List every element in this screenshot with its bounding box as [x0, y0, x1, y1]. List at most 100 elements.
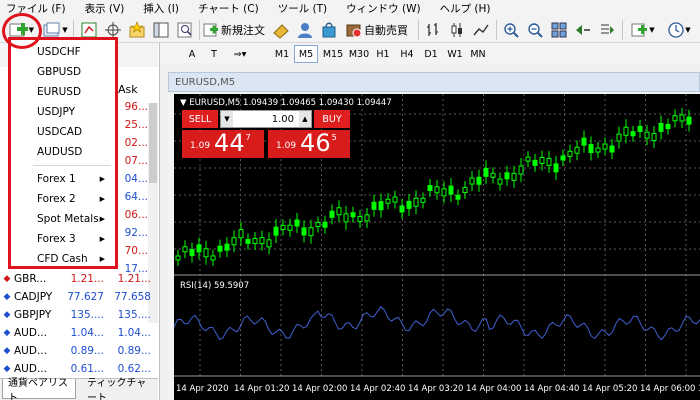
- market-button[interactable]: [318, 20, 340, 40]
- menu-window[interactable]: ウィンドウ (W): [346, 1, 420, 16]
- buy-price-sup: 5: [331, 133, 337, 142]
- new-order-icon: [203, 23, 218, 37]
- table-row[interactable]: ◆ CADJPY 77.627 77.658: [0, 288, 158, 306]
- tab-tick-chart[interactable]: ティックチャート: [82, 378, 158, 400]
- rsi-label: RSI(14) 59.5907: [180, 281, 250, 291]
- new-order-label: 新規注文: [221, 24, 265, 37]
- ask-cell: 1.21...: [117, 273, 151, 285]
- navigator-button[interactable]: [126, 20, 148, 40]
- zoom-in-button[interactable]: [500, 20, 522, 40]
- arrows-tool-button[interactable]: ⇒▾: [226, 45, 254, 63]
- ask-column-header[interactable]: Ask: [118, 83, 138, 96]
- dropdown-item-usdcad[interactable]: USDCAD: [11, 122, 115, 142]
- candle-body: [343, 213, 349, 223]
- new-order-button[interactable]: 新規注文: [203, 20, 265, 40]
- dropdown-group-forex-1[interactable]: Forex 1 ▶: [11, 169, 115, 189]
- dropdown-group-cfd-cash[interactable]: CFD Cash ▶: [11, 249, 115, 269]
- time-axis-label: 14 Apr 05:20: [582, 384, 638, 394]
- dropdown-group-label: Spot Metals: [37, 213, 99, 225]
- tile-windows-button[interactable]: [548, 20, 570, 40]
- timeframe-m15[interactable]: M15: [320, 45, 346, 63]
- candle-body: [280, 224, 286, 230]
- candle-body: [371, 201, 377, 210]
- chevron-down-icon[interactable]: ▼: [221, 111, 233, 127]
- chart-window-title[interactable]: EURUSD,M5: [168, 72, 700, 92]
- lot-size-field[interactable]: ▼ 1.00 ▲: [220, 110, 312, 128]
- metaeditor-button[interactable]: [270, 20, 292, 40]
- candle-body: [245, 238, 251, 244]
- dropdown-item-eurusd[interactable]: EURUSD: [11, 82, 115, 102]
- timeframe-h4[interactable]: H4: [396, 45, 418, 63]
- strategy-tester-button[interactable]: [174, 20, 196, 40]
- candle-body: [406, 200, 412, 209]
- timeframe-m1[interactable]: M1: [270, 45, 294, 63]
- timeframe-mn[interactable]: MN: [466, 45, 490, 63]
- buy-button[interactable]: BUY: [314, 110, 350, 128]
- candle-body: [231, 237, 237, 246]
- auto-scroll-button[interactable]: [596, 20, 618, 40]
- bar-chart-button[interactable]: [422, 20, 444, 40]
- candle-body: [469, 177, 475, 185]
- dropdown-group-forex-3[interactable]: Forex 3 ▶: [11, 229, 115, 249]
- chevron-right-icon: ▶: [99, 175, 105, 183]
- table-row[interactable]: ◆ GBPJPY 135.... 135....: [0, 306, 158, 324]
- candle-body: [224, 243, 230, 251]
- dropdown-item-usdjpy[interactable]: USDJPY: [11, 102, 115, 122]
- candlestick-button[interactable]: [446, 20, 468, 40]
- chart-canvas[interactable]: ▼ EURUSD,M5 1.09439 1.09465 1.09430 1.09…: [174, 94, 700, 400]
- candle-body: [196, 244, 202, 253]
- menu-tools[interactable]: ツール (T): [278, 1, 327, 16]
- label-tool-button[interactable]: T: [204, 45, 224, 63]
- line-chart-icon: [473, 24, 489, 36]
- timeframe-h1[interactable]: H1: [372, 45, 394, 63]
- sell-button[interactable]: SELL: [182, 110, 218, 128]
- table-row[interactable]: ◆ GBR... 1.21... 1.21...: [0, 270, 158, 288]
- timeframe-m30[interactable]: M30: [346, 45, 372, 63]
- candle-body: [238, 229, 244, 239]
- dropdown-group-spot-metals[interactable]: Spot Metals ▶: [11, 209, 115, 229]
- dropdown-item-audusd[interactable]: AUDUSD: [11, 142, 115, 162]
- candle-body: [301, 227, 307, 236]
- dropdown-group-forex-2[interactable]: Forex 2 ▶: [11, 189, 115, 209]
- candle-body: [315, 222, 321, 228]
- buy-price-prefix: 1.09: [276, 141, 297, 151]
- signals-button[interactable]: [294, 20, 316, 40]
- menu-chart[interactable]: チャート (C): [198, 1, 259, 16]
- time-axis-label: 14 Apr 01:20: [234, 384, 290, 394]
- chevron-up-icon[interactable]: ▲: [299, 111, 311, 127]
- tab-symbols[interactable]: 通貨ペアリスト: [2, 378, 76, 400]
- candle-body: [364, 214, 370, 222]
- chart-shift-button[interactable]: [572, 20, 594, 40]
- periodicity-button[interactable]: ▼: [664, 20, 694, 40]
- table-row[interactable]: ◆ AUD... 0.89... 0.89...: [0, 342, 158, 360]
- menu-insert[interactable]: 挿入 (I): [143, 1, 179, 16]
- indicators-button[interactable]: ▼: [628, 20, 658, 40]
- candlestick-icon: [451, 23, 462, 37]
- table-row[interactable]: ◆ AUD... 1.04... 1.04...: [0, 324, 158, 342]
- candle-body: [644, 131, 650, 139]
- candle-body: [182, 246, 188, 253]
- timeframe-m5[interactable]: M5: [294, 45, 318, 63]
- timeframe-d1[interactable]: D1: [420, 45, 442, 63]
- menu-help[interactable]: ヘルプ (H): [440, 1, 491, 16]
- chevron-right-icon: ▶: [99, 235, 105, 243]
- symbol-cell: GBPJPY: [14, 309, 52, 321]
- terminal-button[interactable]: [150, 20, 172, 40]
- menu-view[interactable]: 表示 (V): [85, 1, 125, 16]
- price-direction-icon: ◆: [3, 364, 11, 374]
- ask-cell: 0.89...: [117, 345, 151, 357]
- text-tool-button[interactable]: A: [182, 45, 202, 63]
- candle-body: [252, 237, 258, 244]
- zoom-out-button[interactable]: [524, 20, 546, 40]
- timeframe-w1[interactable]: W1: [444, 45, 466, 63]
- candle-body: [497, 178, 503, 185]
- user-icon: [298, 23, 312, 38]
- auto-trading-button[interactable]: 自動売買: [344, 20, 410, 40]
- scrollbar-thumb[interactable]: [149, 103, 157, 183]
- sell-price-box[interactable]: 1.09 44 7: [182, 130, 264, 158]
- dropdown-item-gbpusd[interactable]: GBPUSD: [11, 62, 115, 82]
- candle-body: [518, 165, 524, 175]
- candle-body: [490, 172, 496, 178]
- line-chart-button[interactable]: [470, 20, 492, 40]
- buy-price-box[interactable]: 1.09 46 5: [268, 130, 350, 158]
